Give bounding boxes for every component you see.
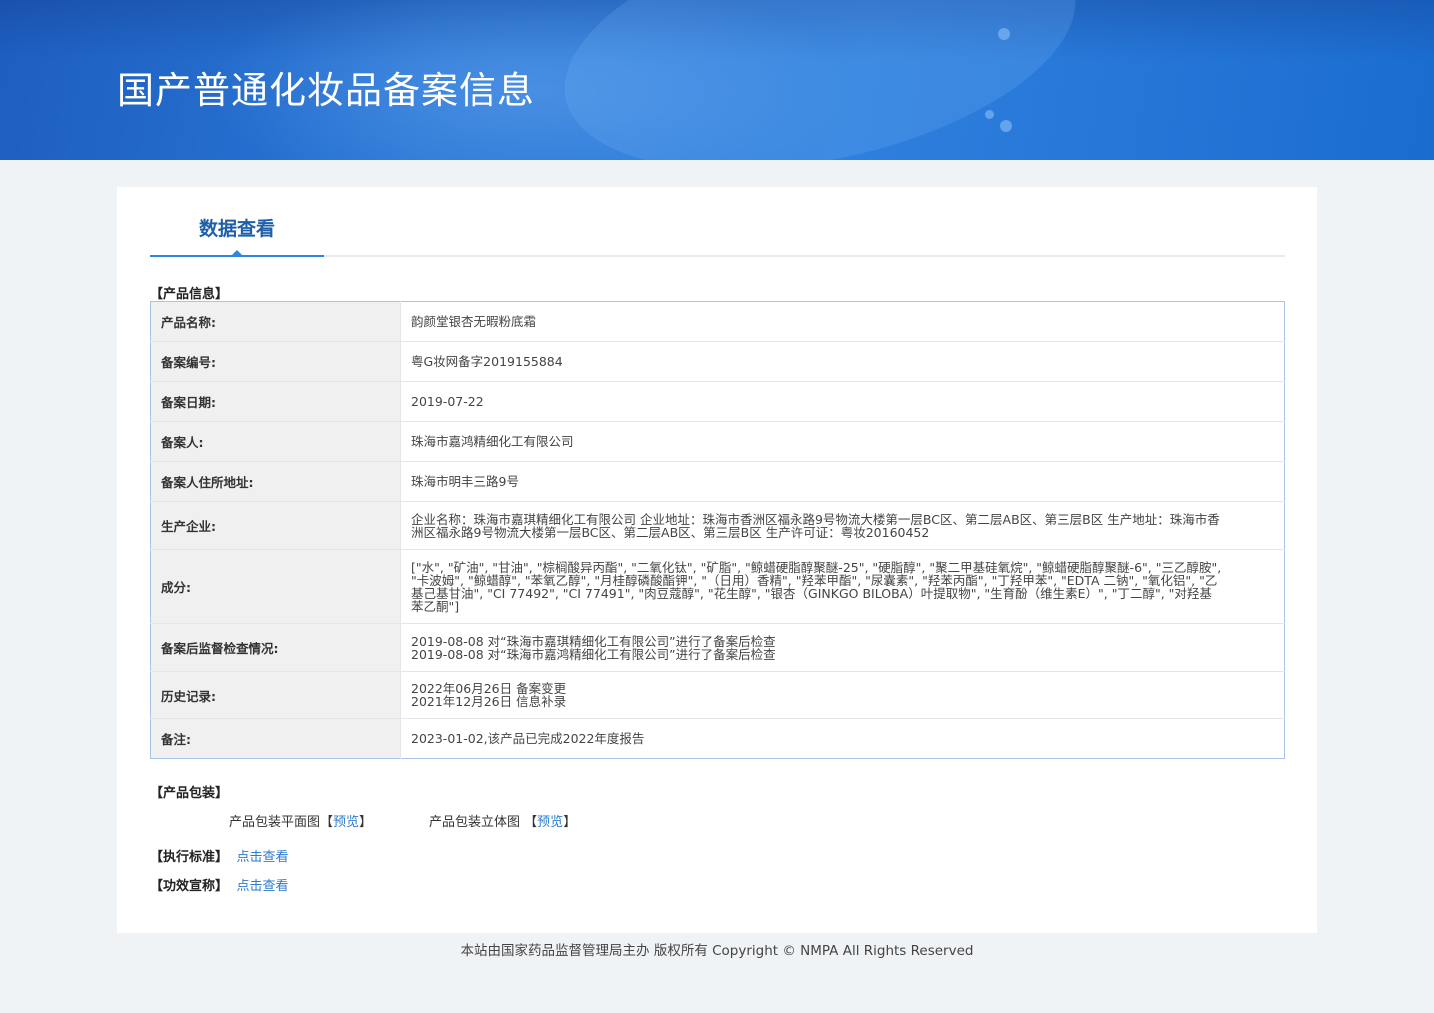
package-flat: 产品包装平面图【预览】 xyxy=(229,811,372,830)
tab-active-indicator xyxy=(230,250,244,257)
field-value: 珠海市明丰三路9号 xyxy=(400,461,1285,502)
page-title: 国产普通化妆品备案信息 xyxy=(117,69,535,112)
header-banner: 国产普通化妆品备案信息 xyxy=(0,0,1434,160)
section-exec-standard: 【执行标准】 点击查看 xyxy=(150,846,289,865)
section-product-package: 【产品包装】 xyxy=(150,786,229,801)
efficacy-claim-link[interactable]: 点击查看 xyxy=(237,879,289,894)
section-efficacy-claim: 【功效宣称】 点击查看 xyxy=(150,875,289,894)
bracket: 】 xyxy=(563,815,577,830)
bracket: 【 xyxy=(320,815,334,830)
package-stereo-label: 产品包装立体图 xyxy=(429,815,521,830)
table-row: 成分: ["水", "矿油", "甘油", "棕榈酸异丙酯", "二氧化钛", … xyxy=(150,549,1285,624)
field-value: 粤G妆网备字2019155884 xyxy=(400,341,1285,382)
banner-dot xyxy=(985,110,994,119)
field-label: 备案后监督检查情况: xyxy=(150,623,401,672)
table-row: 历史记录: 2022年06月26日 备案变更 2021年12月26日 信息补录 xyxy=(150,671,1285,719)
field-value: 2019-08-08 对“珠海市嘉琪精细化工有限公司”进行了备案后检查 2019… xyxy=(400,623,1285,672)
table-row: 生产企业: 企业名称：珠海市嘉琪精细化工有限公司 企业地址：珠海市香洲区福永路9… xyxy=(150,501,1285,550)
field-value: 企业名称：珠海市嘉琪精细化工有限公司 企业地址：珠海市香洲区福永路9号物流大楼第… xyxy=(400,501,1285,550)
tab-label: 数据查看 xyxy=(198,218,275,240)
exec-standard-link[interactable]: 点击查看 xyxy=(237,850,289,865)
field-label: 备案日期: xyxy=(150,381,401,422)
field-label: 生产企业: xyxy=(150,501,401,550)
field-label: 备案编号: xyxy=(150,341,401,382)
preview-stereo-link[interactable]: 预览 xyxy=(537,815,563,830)
field-label: 历史记录: xyxy=(150,671,401,719)
field-label: 产品名称: xyxy=(150,301,401,342)
content-card: 数据查看 【产品信息】 产品名称: 韵颜堂银杏无暇粉底霜 备案编号: 粤G妆网备… xyxy=(117,187,1317,933)
bracket: 【 xyxy=(524,815,538,830)
tab-bar: 数据查看 xyxy=(150,187,1285,257)
preview-flat-link[interactable]: 预览 xyxy=(333,815,359,830)
banner-dot xyxy=(998,28,1010,40)
table-row: 产品名称: 韵颜堂银杏无暇粉底霜 xyxy=(150,301,1285,342)
field-label: 成分: xyxy=(150,549,401,624)
tab-data-view[interactable]: 数据查看 xyxy=(150,214,324,257)
product-info-table: 产品名称: 韵颜堂银杏无暇粉底霜 备案编号: 粤G妆网备字2019155884 … xyxy=(150,301,1285,759)
table-row: 备注: 2023-01-02,该产品已完成2022年度报告 xyxy=(150,718,1285,759)
banner-dot xyxy=(1000,120,1012,132)
package-stereo: 产品包装立体图 【预览】 xyxy=(429,811,576,830)
field-value: 珠海市嘉鸿精细化工有限公司 xyxy=(400,421,1285,462)
table-row: 备案编号: 粤G妆网备字2019155884 xyxy=(150,341,1285,382)
field-value: 2022年06月26日 备案变更 2021年12月26日 信息补录 xyxy=(400,671,1285,719)
table-row: 备案后监督检查情况: 2019-08-08 对“珠海市嘉琪精细化工有限公司”进行… xyxy=(150,623,1285,672)
field-value: 韵颜堂银杏无暇粉底霜 xyxy=(400,301,1285,342)
section-product-info: 【产品信息】 xyxy=(150,287,229,302)
field-value: ["水", "矿油", "甘油", "棕榈酸异丙酯", "二氧化钛", "矿脂"… xyxy=(400,549,1285,624)
banner-wave xyxy=(541,0,1099,160)
field-value: 2023-01-02,该产品已完成2022年度报告 xyxy=(411,731,645,746)
bracket: 】 xyxy=(359,815,373,830)
field-label: 备注: xyxy=(150,718,401,759)
table-row: 备案日期: 2019-07-22 xyxy=(150,381,1285,422)
package-flat-label: 产品包装平面图 xyxy=(229,815,321,830)
table-row: 备案人住所地址: 珠海市明丰三路9号 xyxy=(150,461,1285,502)
footer-copyright: 本站由国家药品监督管理局主办 版权所有 Copyright © NMPA All… xyxy=(460,943,974,959)
exec-standard-label: 【执行标准】 xyxy=(150,850,229,865)
efficacy-claim-label: 【功效宣称】 xyxy=(150,879,229,894)
field-label: 备案人住所地址: xyxy=(150,461,401,502)
field-value: 2019-07-22 xyxy=(400,381,1285,422)
table-row: 备案人: 珠海市嘉鸿精细化工有限公司 xyxy=(150,421,1285,462)
field-label: 备案人: xyxy=(150,421,401,462)
